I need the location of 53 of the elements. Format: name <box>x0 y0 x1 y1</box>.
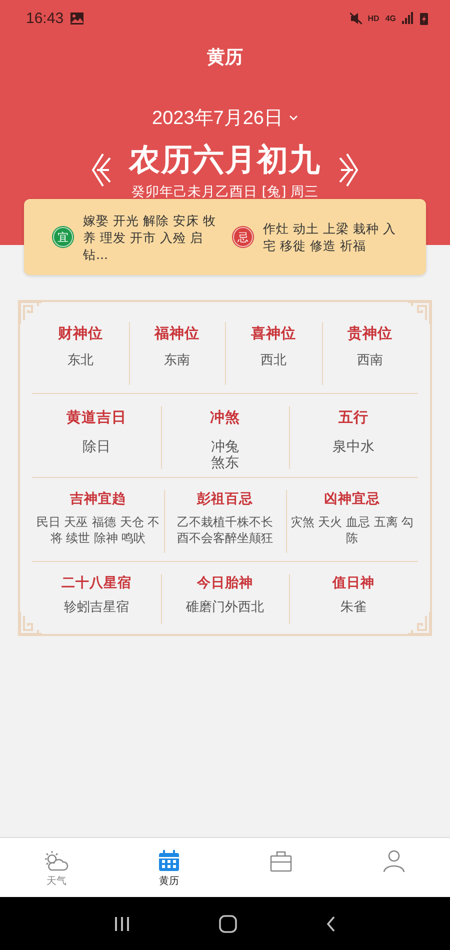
home-icon[interactable] <box>218 914 237 932</box>
detail-value: 朱雀 <box>340 600 367 616</box>
signal-icon <box>402 12 414 24</box>
detail-title: 吉神宜趋 <box>70 490 126 508</box>
detail-title: 黄道吉日 <box>66 408 126 427</box>
detail-value: 东南 <box>164 353 190 369</box>
ornament-left-icon <box>91 153 111 187</box>
page-title: 黄历 <box>206 46 244 69</box>
detail-title: 彭祖百忌 <box>197 490 253 508</box>
network-type: 4G <box>385 14 396 22</box>
lunar-date: 农历六月初九 <box>129 141 321 180</box>
detail-title: 福神位 <box>154 324 200 343</box>
detail-title: 凶神宜忌 <box>324 490 380 508</box>
chevron-down-icon[interactable] <box>288 115 298 121</box>
detail-value: 乙不栽植千株不长酉不会客醉坐颠狂 <box>176 514 274 546</box>
detail-title: 冲煞 <box>210 408 240 427</box>
battery-charging-icon <box>420 12 428 24</box>
date-selector[interactable]: 2023年7月26日 <box>152 105 283 131</box>
detail-title: 二十八星宿 <box>61 574 132 592</box>
weather-icon <box>43 850 70 872</box>
ganzhi-date: 癸卯年己未月乙酉日 [兔] 周三 <box>131 183 319 201</box>
back-icon[interactable] <box>326 916 336 932</box>
hd-indicator: HD <box>368 14 380 22</box>
detail-value: 东北 <box>67 353 94 369</box>
detail-value: 碓磨门外西北 <box>186 600 264 616</box>
detail-title: 今日胎神 <box>197 574 253 592</box>
mute-icon <box>350 12 362 24</box>
recent-apps-icon[interactable] <box>114 916 130 932</box>
detail-value: 除日 <box>82 439 110 455</box>
detail-title: 喜神位 <box>250 324 296 343</box>
detail-value: 西北 <box>260 353 286 369</box>
detail-value: 西南 <box>356 353 383 369</box>
detail-value: 轸蚓吉星宿 <box>64 600 129 616</box>
detail-value: 泉中水 <box>332 439 375 455</box>
image-icon <box>70 12 84 24</box>
detail-title: 贵神位 <box>347 324 392 343</box>
inauspicious-seal: 忌 <box>233 227 253 247</box>
detail-value: 民日 天巫 福德 天仓 不将 续世 除神 鸣吠 <box>35 514 161 546</box>
detail-title: 财神位 <box>58 324 103 343</box>
calendar-icon <box>158 850 180 872</box>
detail-title: 值日神 <box>332 574 375 592</box>
person-icon <box>382 850 406 872</box>
detail-value: 灾煞 天火 血忌 五离 勾陈 <box>289 514 415 546</box>
nav-tab[interactable]: 天气 <box>0 838 112 897</box>
status-time: 16:43 <box>26 10 64 26</box>
auspicious-seal: 宜 <box>53 227 73 247</box>
briefcase-icon <box>269 850 294 872</box>
detail-title: 五行 <box>338 409 369 427</box>
detail-value: 冲兔煞东 <box>210 439 240 471</box>
almanac-text: 作灶 动土 上梁 栽种 入宅 移徙 修造 祈福 <box>263 220 397 254</box>
nav-tab[interactable]: 黄历 <box>112 838 225 897</box>
almanac-text: 嫁娶 开光 解除 安床 牧养 理发 开市 入殓 启钻... <box>83 212 217 262</box>
ornament-right-icon <box>339 153 359 187</box>
